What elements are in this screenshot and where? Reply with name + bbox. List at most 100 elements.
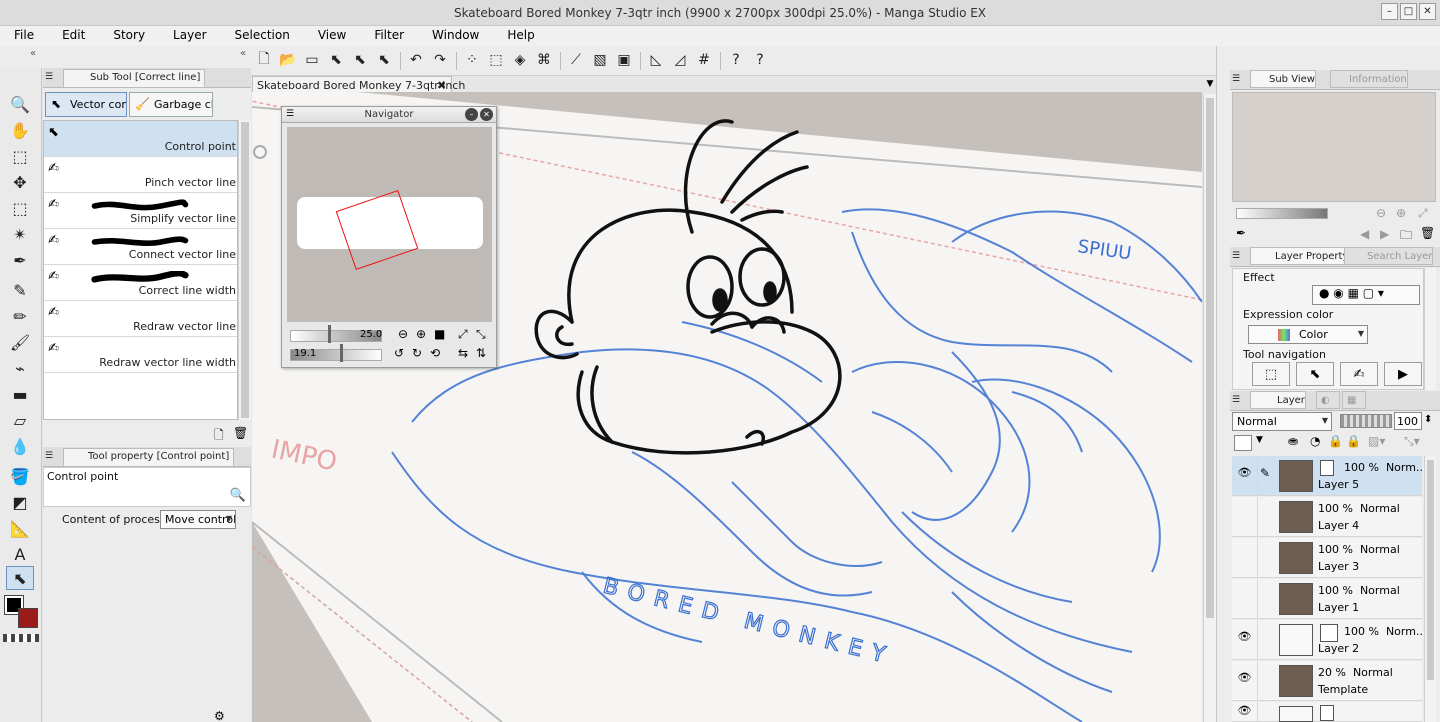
opacity-slider[interactable] [1340,414,1392,428]
reference-layer-icon[interactable]: ◔ [1310,434,1320,448]
select-add-icon[interactable]: ⬉ [350,50,370,70]
zoom-in-icon[interactable]: ⊕ [416,327,426,341]
navigator-preview[interactable] [287,127,492,322]
visibility-eye-icon[interactable] [1232,579,1258,619]
navigator-minimize-icon[interactable]: – [465,108,478,121]
sub-view-zoom-in-icon[interactable]: ⊕ [1396,206,1406,220]
gradient-icon[interactable]: ◩ [6,490,34,514]
tool-detail-icon[interactable]: 🔍 [230,488,246,503]
layer-row[interactable]: 100 % Normal Layer 1 [1232,579,1422,619]
tool-nav-width-icon[interactable]: ▶ [1384,362,1422,386]
layer-row[interactable]: 👁 [1232,702,1422,722]
sub-tool-pinch[interactable]: ✍ Pinch vector line [44,157,237,193]
sub-tool-redraw-width[interactable]: ✍ Redraw vector line width [44,337,237,373]
menu-view[interactable]: View [304,26,360,46]
ruler-tool-icon[interactable]: 📐 [6,516,34,540]
sub-view-zoom-slider[interactable] [1236,208,1328,219]
rotate-slider-thumb[interactable] [340,344,343,362]
hand-tool-icon[interactable]: ✋ [6,118,34,142]
panel-menu-icon[interactable]: ☰ [45,72,53,82]
sub-tool-tab[interactable]: Sub Tool [Correct line] [63,69,206,87]
tab-sub-view[interactable]: Sub View [1250,70,1316,88]
new-sub-tool-icon[interactable]: 🗋 [214,426,224,447]
flip-horizontal-icon[interactable]: ⇆ [458,346,468,360]
visibility-eye-icon[interactable]: 👁 [1232,661,1258,701]
layer-list-scrollbar[interactable] [1424,456,1436,722]
sub-color-swatch[interactable] [18,608,38,628]
redo-icon[interactable]: ↷ [430,50,450,70]
special-ruler-icon[interactable]: ▧ [590,50,610,70]
close-button[interactable]: ✕ [1419,3,1436,20]
pen-icon[interactable]: ✎ [6,278,34,302]
open-folder-icon[interactable]: 📂 [278,50,298,70]
select-pointer-icon[interactable]: ⬉ [326,50,346,70]
tool-nav-object-icon[interactable]: ⬚ [1252,362,1290,386]
transform-icon[interactable]: ⌘ [534,50,554,70]
grid-snap-icon[interactable]: ▣ [614,50,634,70]
menu-selection[interactable]: Selection [221,26,304,46]
tab-information[interactable]: Information [1330,70,1408,88]
layer-row[interactable]: 👁 20 % Normal Template [1232,661,1422,701]
visibility-eye-icon[interactable] [1232,497,1258,537]
sub-tool-simplify[interactable]: ✍ Simplify vector line [44,193,237,229]
delete-sub-tool-icon[interactable]: 🗑 [233,426,248,440]
tool-nav-correct-icon[interactable]: ⬉ [1296,362,1334,386]
tab-material[interactable]: ▦ [1342,391,1366,409]
decoration-icon[interactable]: ▬ [6,382,34,406]
layer-property-scrollbar[interactable] [1424,268,1436,390]
sub-view-eyedropper-icon[interactable]: ✒ [1236,226,1246,240]
layer-row[interactable]: 👁 100 % Norm... Layer 2 [1232,620,1426,660]
help-context-icon[interactable]: ? [750,50,770,70]
close-doc-icon[interactable]: ✖ [437,79,446,92]
menu-window[interactable]: Window [418,26,493,46]
visibility-eye-icon[interactable] [1232,538,1258,578]
ruler-snap-icon[interactable]: ⟋ [566,50,586,70]
fill-icon[interactable]: ◈ [510,50,530,70]
sub-tool-correct-width[interactable]: ✍ Correct line width [44,265,237,301]
sub-view-prev-icon[interactable]: ◀ [1360,227,1369,241]
tab-layer-property[interactable]: Layer Property [1250,247,1350,265]
zoom-tool-icon[interactable]: 🔍 [6,92,34,116]
actual-size-icon[interactable]: ■ [434,327,445,341]
layer-color-icon[interactable] [1234,435,1252,451]
sub-tool-scrollbar[interactable] [238,120,251,420]
visibility-eye-icon[interactable]: 👁 [1232,456,1258,496]
collapse-left-icon[interactable]: « [30,48,36,59]
sub-view-fit-icon[interactable]: ⤢ [1418,206,1428,221]
snap-grid-icon[interactable]: # [694,50,714,70]
sub-view-import-icon[interactable]: 🗀 [1400,226,1412,247]
help-icon[interactable]: ? [726,50,746,70]
correct-line-tool-icon[interactable]: ⬉ [6,566,34,590]
menu-edit[interactable]: Edit [48,26,99,46]
clip-layer-icon[interactable]: ⛂ [1288,434,1298,448]
menu-filter[interactable]: Filter [360,26,418,46]
panel-menu-icon[interactable]: ☰ [1232,395,1240,405]
text-tool-icon[interactable]: A [6,542,34,566]
object-tool-icon[interactable]: ⬚ [6,144,34,168]
brush-icon[interactable]: 🖌 [6,330,34,354]
tab-layer[interactable]: Layer [1250,391,1306,409]
collapse-subtool-icon[interactable]: « [240,48,246,59]
sub-view-delete-icon[interactable]: 🗑 [1420,226,1435,240]
blend-icon[interactable]: 💧 [6,434,34,458]
flip-vertical-icon[interactable]: ⇅ [476,346,486,360]
eraser-icon[interactable]: ▱ [6,408,34,432]
selection-tool-icon[interactable]: ⬚ [6,196,34,220]
select-sub-icon[interactable]: ⬉ [374,50,394,70]
sub-view-area[interactable] [1232,92,1436,202]
move-layer-icon[interactable]: ✥ [6,170,34,194]
blend-mode-select[interactable]: Normal [1232,412,1332,431]
effect-buttons[interactable]: ● ◉ ▦ ▢ ▾ [1312,285,1420,305]
new-file-icon[interactable]: 🗋 [254,50,274,70]
layer-row[interactable]: 100 % Normal Layer 3 [1232,538,1422,578]
pencil-icon[interactable]: ✏ [6,304,34,328]
tool-settings-icon[interactable]: ⚙ [214,709,225,722]
tool-nav-pinch-icon[interactable]: ✍ [1340,362,1378,386]
zoom-out-icon[interactable]: ⊖ [398,327,408,341]
sub-tool-control-point[interactable]: ⬉ Control point [44,121,237,157]
reset-rotation-icon[interactable]: ⟲ [430,346,440,360]
lock-transparency-icon[interactable]: 🔒 [1346,434,1361,448]
fit-navigator-icon[interactable]: ⤡ [476,327,486,342]
minimize-button[interactable]: – [1381,3,1398,20]
auto-select-icon[interactable]: ✴ [6,222,34,246]
